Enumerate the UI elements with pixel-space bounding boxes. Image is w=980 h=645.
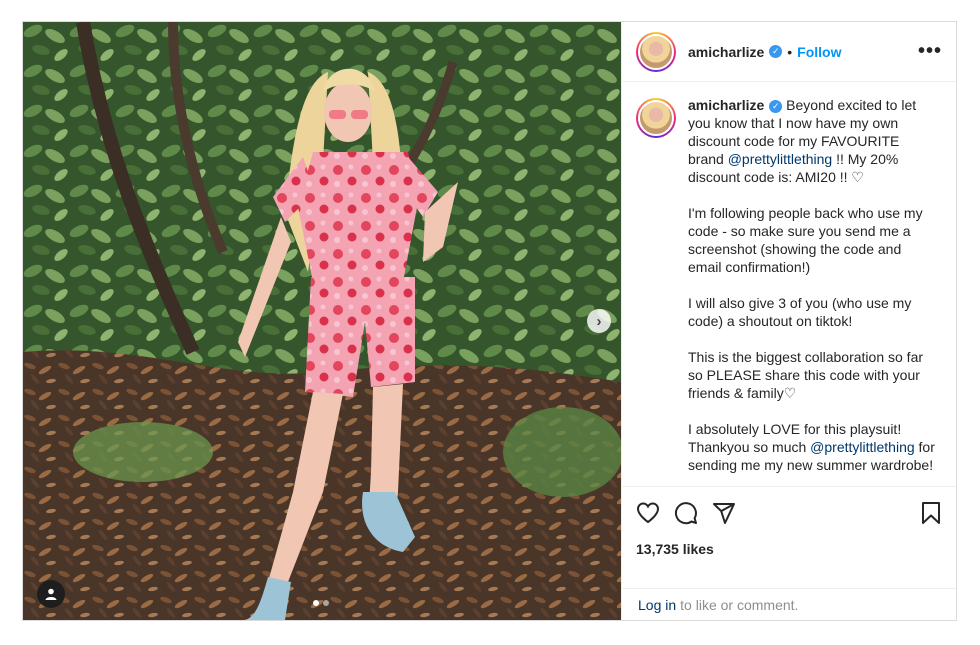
login-text: to like or comment. bbox=[680, 596, 799, 613]
login-link[interactable]: Log in bbox=[638, 597, 676, 613]
caption-mention[interactable]: @prettylittlething bbox=[810, 439, 914, 455]
post-sidebar: amicharlize ✓ • Follow ••• amicharlize ✓ … bbox=[621, 22, 956, 620]
post-header: amicharlize ✓ • Follow ••• bbox=[622, 22, 956, 82]
more-options-icon[interactable]: ••• bbox=[918, 40, 942, 63]
share-icon bbox=[713, 503, 735, 524]
caption-area: amicharlize ✓ Beyond excited to let you k… bbox=[622, 82, 956, 486]
follow-button[interactable]: Follow bbox=[797, 44, 841, 60]
user-tags-button[interactable] bbox=[37, 580, 65, 608]
carousel-dot-active bbox=[313, 600, 319, 606]
bookmark-icon bbox=[922, 502, 940, 524]
caption-username[interactable]: amicharlize bbox=[688, 97, 764, 113]
comment-icon bbox=[675, 502, 697, 525]
like-button[interactable] bbox=[636, 501, 660, 525]
caption-paragraph: amicharlize ✓ Beyond excited to let you k… bbox=[688, 96, 938, 186]
verified-icon: ✓ bbox=[769, 99, 783, 113]
post-actions: 13,735 likes bbox=[622, 486, 956, 557]
caption-paragraph: I'm following people back who use my cod… bbox=[688, 205, 923, 275]
next-arrow-icon: › bbox=[596, 312, 602, 330]
post-photo bbox=[23, 22, 621, 620]
avatar[interactable] bbox=[636, 31, 676, 72]
login-prompt: Log in to like or comment. bbox=[622, 588, 956, 620]
header-username[interactable]: amicharlize bbox=[688, 44, 764, 60]
caption-paragraph: I absolutely LOVE for this playsuit! Tha… bbox=[688, 420, 938, 474]
action-icons bbox=[636, 499, 942, 527]
save-button[interactable] bbox=[920, 501, 942, 525]
next-slide-button[interactable]: › bbox=[587, 309, 611, 333]
caption-paragraph: This is the biggest collaboration so far… bbox=[688, 349, 924, 401]
caption: amicharlize ✓ Beyond excited to let you k… bbox=[688, 96, 938, 486]
caption-paragraph: I will also give 3 of you (who use my co… bbox=[688, 295, 912, 329]
user-tag-icon bbox=[45, 588, 57, 600]
comment-button[interactable] bbox=[674, 501, 698, 525]
heart-icon bbox=[636, 502, 660, 524]
carousel-indicator bbox=[313, 600, 329, 606]
header-separator: • bbox=[787, 43, 793, 60]
caption-avatar[interactable] bbox=[636, 98, 676, 138]
verified-icon: ✓ bbox=[769, 45, 783, 58]
share-button[interactable] bbox=[712, 501, 736, 525]
carousel-dot bbox=[323, 600, 329, 606]
post-media: › bbox=[23, 22, 621, 620]
caption-mention[interactable]: @prettylittlething bbox=[728, 151, 832, 167]
instagram-post: › amicharlize ✓ • Follow ••• amicharlize… bbox=[22, 21, 957, 621]
likes-count[interactable]: 13,735 likes bbox=[636, 541, 942, 557]
